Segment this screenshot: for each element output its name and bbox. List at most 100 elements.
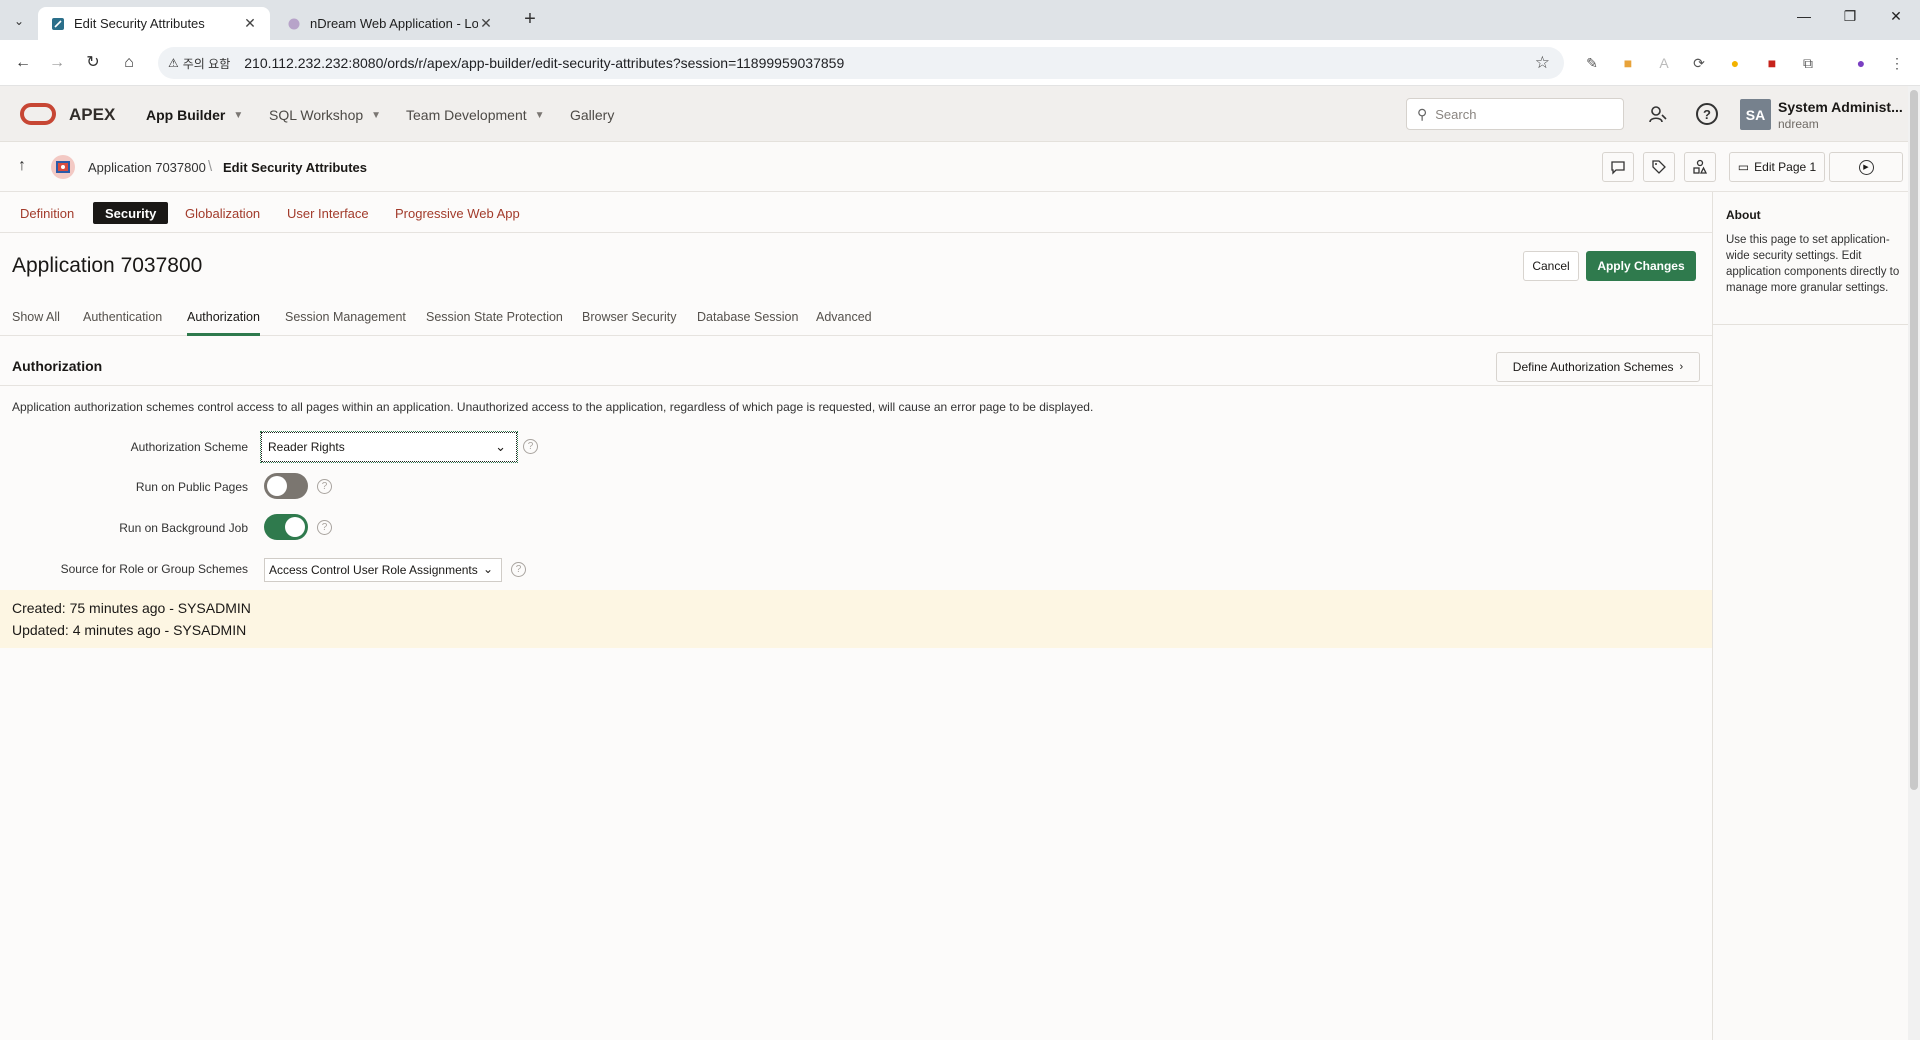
breadcrumb-current: Edit Security Attributes (223, 160, 367, 175)
browser-tabbar: ⌄ Edit Security Attributes ✕ nDream Web … (0, 0, 1920, 40)
main-content: Definition Security Globalization User I… (0, 192, 1712, 1040)
browser-tab[interactable]: nDream Web Application - Lo ✕ (274, 7, 506, 40)
minimize-icon[interactable]: — (1792, 8, 1816, 32)
comments-icon[interactable] (1602, 152, 1634, 182)
search-placeholder: Search (1435, 106, 1477, 122)
edit-page-button[interactable]: ▭ Edit Page 1 (1729, 152, 1825, 182)
tab-search-chevron-icon[interactable]: ⌄ (8, 10, 30, 32)
chevron-down-icon: ▼ (371, 109, 382, 121)
close-tab-icon[interactable]: ✕ (242, 15, 258, 32)
page-icon: ▭ (1737, 160, 1750, 174)
apply-changes-button[interactable]: Apply Changes (1586, 251, 1696, 281)
oracle-logo-icon[interactable] (20, 103, 56, 125)
nav-label: App Builder (146, 107, 226, 123)
close-window-icon[interactable]: ✕ (1884, 8, 1908, 32)
bookmark-star-icon[interactable]: ☆ (1535, 53, 1550, 73)
url-text[interactable]: 210.112.232.232:8080/ords/r/apex/app-bui… (244, 55, 844, 71)
help-icon[interactable]: ? (511, 562, 526, 577)
tab-title: Edit Security Attributes (74, 16, 205, 31)
user-settings-icon[interactable] (1646, 102, 1670, 126)
pen-extension-icon[interactable]: ✎ (1582, 53, 1602, 73)
source-role-group-select[interactable]: Access Control User Role Assignments ⌄ (264, 558, 502, 582)
subtab-authorization[interactable]: Authorization (187, 310, 260, 336)
back-icon[interactable]: ← (12, 52, 34, 74)
new-tab-icon[interactable]: + (520, 9, 540, 30)
subtab-browser-security[interactable]: Browser Security (582, 310, 676, 336)
tab-user-interface[interactable]: User Interface (275, 202, 381, 224)
refresh-extension-icon[interactable]: ⟳ (1689, 53, 1709, 73)
authorization-region-header: Authorization Define Authorization Schem… (0, 346, 1712, 386)
notification-extension-icon[interactable]: ● (1725, 53, 1745, 73)
run-on-background-job-toggle[interactable] (264, 514, 308, 540)
subtab-database-session[interactable]: Database Session (697, 310, 798, 336)
tag-icon[interactable] (1643, 152, 1675, 182)
forward-icon[interactable]: → (46, 52, 68, 74)
about-panel: About Use this page to set application-w… (1712, 192, 1909, 1040)
user-name[interactable]: System Administ... (1778, 99, 1903, 115)
subtab-show-all[interactable]: Show All (12, 310, 60, 336)
help-icon[interactable]: ? (317, 520, 332, 535)
up-arrow-icon[interactable]: ↑ (18, 157, 26, 175)
profile-icon[interactable]: ● (1851, 53, 1871, 73)
extension-icon[interactable]: ■ (1618, 53, 1638, 73)
reload-icon[interactable]: ↻ (82, 52, 104, 74)
run-on-public-pages-toggle[interactable] (264, 473, 308, 499)
nav-sql-workshop[interactable]: SQL Workshop ▼ (269, 107, 381, 123)
security-warning[interactable]: ⚠ 주의 요함 (168, 55, 230, 72)
browser-toolbar: ← → ↻ ⌂ ⚠ 주의 요함 210.112.232.232:8080/ord… (0, 40, 1920, 86)
tab-definition[interactable]: Definition (8, 202, 86, 224)
help-icon[interactable]: ? (1695, 102, 1719, 126)
extensions-puzzle-icon[interactable]: ⧉ (1798, 53, 1818, 73)
subtab-advanced[interactable]: Advanced (816, 310, 872, 336)
help-icon[interactable]: ? (523, 439, 538, 454)
address-bar[interactable]: ⚠ 주의 요함 210.112.232.232:8080/ords/r/apex… (158, 47, 1564, 79)
cancel-button[interactable]: Cancel (1523, 251, 1579, 281)
help-icon[interactable]: ? (317, 479, 332, 494)
subtab-session-state-protection[interactable]: Session State Protection (426, 310, 563, 336)
subtab-session-management[interactable]: Session Management (285, 310, 406, 336)
define-label: Define Authorization Schemes (1512, 360, 1674, 374)
browser-tab-active[interactable]: Edit Security Attributes ✕ (38, 7, 270, 40)
chevron-down-icon: ⌄ (495, 439, 506, 454)
search-input[interactable]: ⚲ Search (1406, 98, 1624, 130)
warning-icon: ⚠ (168, 56, 179, 70)
chevron-down-icon: ⌄ (482, 562, 493, 576)
warning-label: 주의 요함 (182, 56, 231, 71)
nav-team-development[interactable]: Team Development ▼ (406, 107, 545, 123)
application-icon[interactable] (48, 152, 78, 182)
divider (1713, 324, 1909, 325)
avatar[interactable]: SA (1740, 99, 1771, 130)
search-icon: ⚲ (1417, 105, 1428, 122)
apex-brand[interactable]: APEX (69, 105, 115, 125)
toggle-knob (267, 476, 287, 496)
chevron-right-icon: › (1679, 361, 1684, 373)
shared-components-icon[interactable] (1684, 152, 1716, 182)
subtab-authentication[interactable]: Authentication (83, 310, 162, 336)
run-application-button[interactable]: ▶ (1829, 152, 1903, 182)
home-icon[interactable]: ⌂ (118, 52, 140, 74)
run-on-background-job-label: Run on Background Job (119, 521, 248, 535)
nav-gallery[interactable]: Gallery (570, 107, 614, 123)
apex-favicon-icon (50, 16, 66, 32)
tab-globalization[interactable]: Globalization (173, 202, 272, 224)
define-authorization-schemes-button[interactable]: Define Authorization Schemes › (1496, 352, 1700, 382)
authorization-scheme-value: Reader Rights (268, 440, 345, 454)
nav-label: SQL Workshop (269, 107, 364, 123)
scrollbar-thumb[interactable] (1910, 90, 1918, 790)
browser-menu-icon[interactable]: ⋮ (1887, 53, 1907, 73)
toggle-knob (285, 517, 305, 537)
font-extension-icon[interactable]: A (1654, 53, 1674, 73)
tab-progressive-web-app[interactable]: Progressive Web App (383, 202, 532, 224)
close-tab-icon[interactable]: ✕ (478, 15, 494, 32)
pdf-extension-icon[interactable]: ■ (1762, 53, 1782, 73)
page-scrollbar[interactable] (1908, 86, 1920, 1040)
app-favicon-icon (286, 16, 302, 32)
breadcrumb-application[interactable]: Application 7037800 (88, 160, 206, 175)
authorization-scheme-select[interactable]: Reader Rights ⌄ (260, 431, 518, 463)
section-title: Authorization (12, 358, 103, 374)
restore-icon[interactable]: ❐ (1838, 8, 1862, 32)
tab-security[interactable]: Security (93, 202, 169, 224)
edit-page-label: Edit Page 1 (1754, 160, 1817, 174)
nav-app-builder[interactable]: App Builder ▼ (146, 107, 243, 123)
page-title: Application 7037800 (12, 254, 203, 277)
